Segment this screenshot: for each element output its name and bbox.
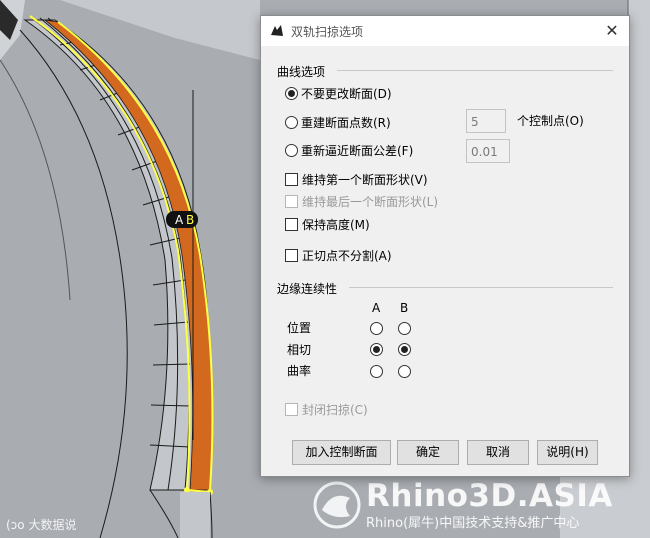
check-close-sweep: 封闭扫掠(C) (285, 402, 368, 418)
check-keep-first-label: 维持第一个断面形状(V) (302, 173, 428, 187)
close-button[interactable]: ✕ (595, 16, 629, 46)
rebuild-points-input[interactable]: 5 (466, 109, 506, 133)
check-no-split[interactable]: 正切点不分割(A) (285, 248, 392, 264)
check-keep-height-box[interactable] (285, 218, 298, 231)
column-b-header: B (400, 301, 409, 315)
dialog-title: 双轨扫掠选项 (291, 25, 364, 39)
add-section-button[interactable]: 加入控制断面 (292, 440, 391, 465)
curvature-b-radio[interactable] (398, 365, 411, 378)
radio-rebuild-label: 重建断面点数(R) (301, 116, 391, 130)
watermark-title: Rhino3D.ASIA (366, 478, 613, 514)
check-no-split-box[interactable] (285, 249, 298, 262)
column-a-header: A (372, 301, 381, 315)
radio-no-change-indicator[interactable] (285, 87, 298, 100)
radio-refit[interactable]: 重新逼近断面公差(F) (285, 143, 413, 159)
check-keep-height-label: 保持高度(M) (302, 218, 370, 232)
dialog-titlebar[interactable]: 双轨扫掠选项 ✕ (261, 16, 629, 46)
row-position-label: 位置 (287, 321, 312, 335)
rebuild-suffix-label: 个控制点(O) (517, 114, 584, 128)
check-keep-height[interactable]: 保持高度(M) (285, 217, 370, 233)
radio-refit-indicator[interactable] (285, 144, 298, 157)
ok-button[interactable]: 确定 (397, 440, 459, 465)
curvature-a-radio[interactable] (370, 365, 383, 378)
check-keep-last: 维持最后一个断面形状(L) (285, 194, 438, 210)
position-b-radio[interactable] (398, 322, 411, 335)
radio-no-change-label: 不要更改断面(D) (301, 87, 392, 101)
check-no-split-label: 正切点不分割(A) (302, 249, 392, 263)
help-button[interactable]: 说明(H) (537, 440, 598, 465)
edge-continuity-separator (349, 287, 613, 288)
radio-rebuild-indicator[interactable] (285, 116, 298, 129)
sweep2-options-dialog: 双轨扫掠选项 ✕ 曲线选项 不要更改断面(D) 重建断面点数(R) 5 个控制点… (260, 15, 630, 477)
corner-watermark-text: 大数据说 (28, 518, 77, 532)
row-tangency-label: 相切 (287, 343, 312, 357)
close-icon: ✕ (605, 21, 619, 40)
radio-rebuild[interactable]: 重建断面点数(R) (285, 115, 391, 131)
refit-tolerance-input[interactable]: 0.01 (466, 139, 510, 163)
check-keep-first-box[interactable] (285, 173, 298, 186)
curve-options-heading: 曲线选项 (277, 65, 326, 79)
watermark-logo-icon: (ↄo (6, 518, 25, 532)
corner-watermark: (ↄo 大数据说 (6, 516, 76, 533)
check-keep-last-label: 维持最后一个断面形状(L) (302, 195, 439, 209)
radio-refit-label: 重新逼近断面公差(F) (301, 144, 414, 158)
curve-options-separator (337, 70, 613, 71)
tangency-a-radio[interactable] (370, 343, 383, 356)
rhino-app-icon (269, 23, 285, 39)
rhino-logo-watermark (313, 481, 361, 529)
watermark-subtitle: Rhino(犀牛)中国技术支持&推广中心 (366, 516, 580, 531)
rail-label-a: A (175, 213, 184, 227)
rail-label-b: B (186, 213, 194, 227)
edge-continuity-heading: 边缘连续性 (277, 282, 338, 296)
cancel-button[interactable]: 取消 (467, 440, 529, 465)
check-close-sweep-label: 封闭扫掠(C) (302, 403, 368, 417)
row-curvature-label: 曲率 (287, 364, 312, 378)
radio-no-change[interactable]: 不要更改断面(D) (285, 86, 392, 102)
position-a-radio[interactable] (370, 322, 383, 335)
tangency-b-radio[interactable] (398, 343, 411, 356)
check-close-sweep-box (285, 403, 298, 416)
check-keep-last-box (285, 195, 298, 208)
check-keep-first[interactable]: 维持第一个断面形状(V) (285, 172, 428, 188)
